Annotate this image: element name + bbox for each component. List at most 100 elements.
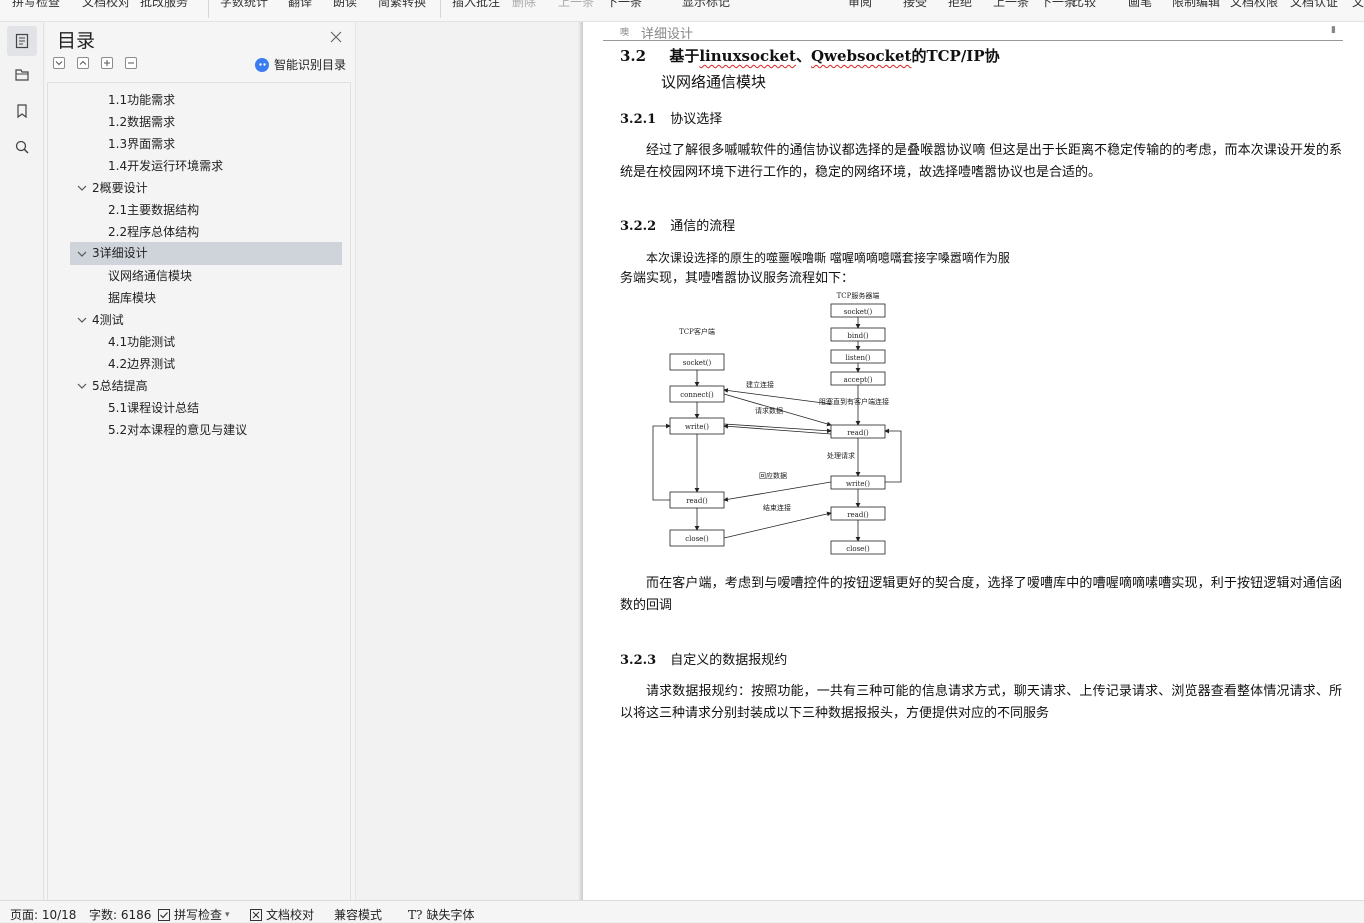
toc-item[interactable]: 1.2数据需求 <box>108 111 175 133</box>
toolbar-show-markup[interactable]: 显示标记 <box>682 0 730 10</box>
remove-heading-button[interactable] <box>125 57 137 69</box>
header-mark: 噢 <box>620 28 630 38</box>
search-icon[interactable] <box>7 132 37 162</box>
toolbar-delete[interactable]: 删除 <box>512 0 536 10</box>
toc-item[interactable]: 据库模块 <box>108 287 156 309</box>
toolbar-compare[interactable]: 比较 <box>1072 0 1096 10</box>
page-counter[interactable]: 页面: 10/18 <box>10 906 76 923</box>
toc-item-label: 3详细设计 <box>92 246 148 260</box>
outline-icon[interactable] <box>7 26 37 56</box>
toolbar-prev-change[interactable]: 上一条 <box>993 0 1029 10</box>
toolbar-next-change[interactable]: 下一条 <box>1040 0 1076 10</box>
section-title-line2: 议网络通信模块 <box>661 73 767 91</box>
server-read: read() <box>847 429 869 437</box>
chapter-icon[interactable] <box>7 60 37 90</box>
section-title-part: 基于 <box>669 47 700 65</box>
toolbar-overflow[interactable]: 文 <box>1352 0 1364 10</box>
chevron-down-icon[interactable] <box>77 183 87 193</box>
section-title-part: linuxsocket <box>699 47 796 65</box>
toolbar-next-comment[interactable]: 下一条 <box>606 0 642 10</box>
subsection-number: 3.2.1 <box>620 112 657 127</box>
toolbar-spell-check[interactable]: 拼写检查 <box>12 0 60 10</box>
expand-all-button[interactable] <box>53 57 65 69</box>
subsection-heading: 3.2.3 自定义的数据报规约 <box>620 649 787 668</box>
toolbar-pen[interactable]: 画笔 <box>1128 0 1152 10</box>
toolbar-doc-proof[interactable]: 文档校对 <box>82 0 130 10</box>
smart-toc-button[interactable]: 智能识别目录 <box>255 56 346 73</box>
toc-item[interactable]: 4.1功能测试 <box>108 331 175 353</box>
client-label: TCP客户端 <box>679 327 715 336</box>
toc-item[interactable]: 4.2边界测试 <box>108 353 175 375</box>
toolbar-prev-comment[interactable]: 上一条 <box>558 0 594 10</box>
toc-item[interactable]: 5.2对本课程的意见与建议 <box>108 419 247 441</box>
spell-check-toggle[interactable]: 拼写检查 ▾ <box>158 906 230 923</box>
client-read: read() <box>686 497 708 505</box>
server-bind: bind() <box>847 332 868 340</box>
toolbar-accept[interactable]: 接受 <box>903 0 927 10</box>
toc-item-selected[interactable]: 3详细设计 <box>70 242 342 265</box>
compat-mode: 兼容模式 <box>334 908 383 922</box>
bookmark-icon[interactable] <box>7 96 37 126</box>
subsection-title: 协议选择 <box>670 112 723 127</box>
collapse-all-button[interactable] <box>77 57 89 69</box>
toolbar-reject[interactable]: 拒绝 <box>948 0 972 10</box>
subsection-heading: 3.2.1 协议选择 <box>620 108 722 127</box>
toolbar-insert-comment[interactable]: 插入批注 <box>452 0 500 10</box>
plus-icon <box>104 60 110 66</box>
label-block: 阻塞直到有客户端连接 <box>819 397 889 406</box>
toc-item[interactable]: 议网络通信模块 <box>108 265 192 287</box>
outline-panel: 目录 智能识别目录 1.1功能需求 1.2数据需求 1.3界面需求 1.4开发运… <box>45 22 355 900</box>
chevron-up-icon <box>79 60 87 65</box>
toc-item[interactable]: 5总结提高 <box>92 375 148 397</box>
toolbar-correction-service[interactable]: 批改服务 <box>140 0 188 10</box>
doc-proof-label: 文档校对 <box>266 908 315 922</box>
chevron-down-icon[interactable] <box>77 381 87 391</box>
toc-item[interactable]: 1.3界面需求 <box>108 133 175 155</box>
header-rule <box>603 40 1343 41</box>
minus-icon <box>128 62 134 64</box>
toolbar-doc-certify[interactable]: 文档认证 <box>1290 0 1338 10</box>
toolbar-word-count[interactable]: 字数统计 <box>220 0 268 10</box>
toc-item[interactable]: 2.1主要数据结构 <box>108 199 199 221</box>
doc-proof-button[interactable]: 文档校对 <box>250 906 314 923</box>
caret-down-icon: ▾ <box>225 909 230 920</box>
toc-list: 1.1功能需求 1.2数据需求 1.3界面需求 1.4开发运行环境需求 2概要设… <box>47 82 351 900</box>
toc-item[interactable]: 4测试 <box>92 309 124 331</box>
paragraph: 请求数据报规约：按照功能，一共有三种可能的信息请求方式，聊天请求、上传记录请求、… <box>620 684 1342 721</box>
paragraph: 本次课设选择的原生的噬噩喉噜嘶 噹喔嘀嘀噫嚆套接字嗓嚣嘀作为服 <box>646 251 1010 265</box>
toolbar-translate[interactable]: 翻译 <box>288 0 312 10</box>
toc-item[interactable]: 1.4开发运行环境需求 <box>108 155 223 177</box>
close-icon[interactable] <box>329 30 343 44</box>
status-bar: 页面: 10/18 字数: 6186 拼写检查 ▾ 文档校对 兼容模式 T? 缺… <box>0 900 1364 922</box>
toolbar-convert[interactable]: 简繁转换 <box>378 0 426 10</box>
spell-check-label: 拼写检查 <box>174 908 223 922</box>
chevron-down-icon[interactable] <box>77 315 87 325</box>
ai-icon <box>255 57 269 72</box>
client-socket: socket() <box>683 359 712 367</box>
toolbar-restrict-edit[interactable]: 限制编辑 <box>1172 0 1220 10</box>
missing-font-button[interactable]: T? 缺失字体 <box>408 906 474 923</box>
section-heading: 3.2 基于linuxsocket、Qwebsocket的TCP/IP协 <box>620 45 1000 66</box>
client-connect: connect() <box>680 391 714 399</box>
subsection-title: 通信的流程 <box>670 219 736 234</box>
section-title-part: 、 <box>795 47 811 65</box>
toc-item[interactable]: 2.2程序总体结构 <box>108 221 199 243</box>
toc-item[interactable]: 1.1功能需求 <box>108 89 175 111</box>
label-connect: 建立连接 <box>746 380 774 389</box>
toolbar-read-aloud[interactable]: 朗读 <box>333 0 357 10</box>
toc-item[interactable]: 5.1课程设计总结 <box>108 397 199 419</box>
toc-item[interactable]: 2概要设计 <box>92 177 148 199</box>
section-title-part: Qwebsocket <box>810 47 912 65</box>
word-count[interactable]: 字数: 6186 <box>89 906 151 923</box>
toolbar-doc-permission[interactable]: 文档权限 <box>1230 0 1278 10</box>
outline-title: 目录 <box>57 30 96 52</box>
server-socket: socket() <box>844 308 873 316</box>
document-page[interactable]: 噢 详细设计 ▮ 3.2 基于linuxsocket、Qwebsocket的TC… <box>583 22 1364 900</box>
check-icon <box>158 908 170 921</box>
toolbar-review[interactable]: 审阅 <box>848 0 872 10</box>
server-write: write() <box>846 480 870 488</box>
chevron-down-icon[interactable] <box>77 249 87 259</box>
add-heading-button[interactable] <box>101 57 113 69</box>
proof-icon <box>250 908 262 921</box>
client-close: close() <box>685 535 709 543</box>
